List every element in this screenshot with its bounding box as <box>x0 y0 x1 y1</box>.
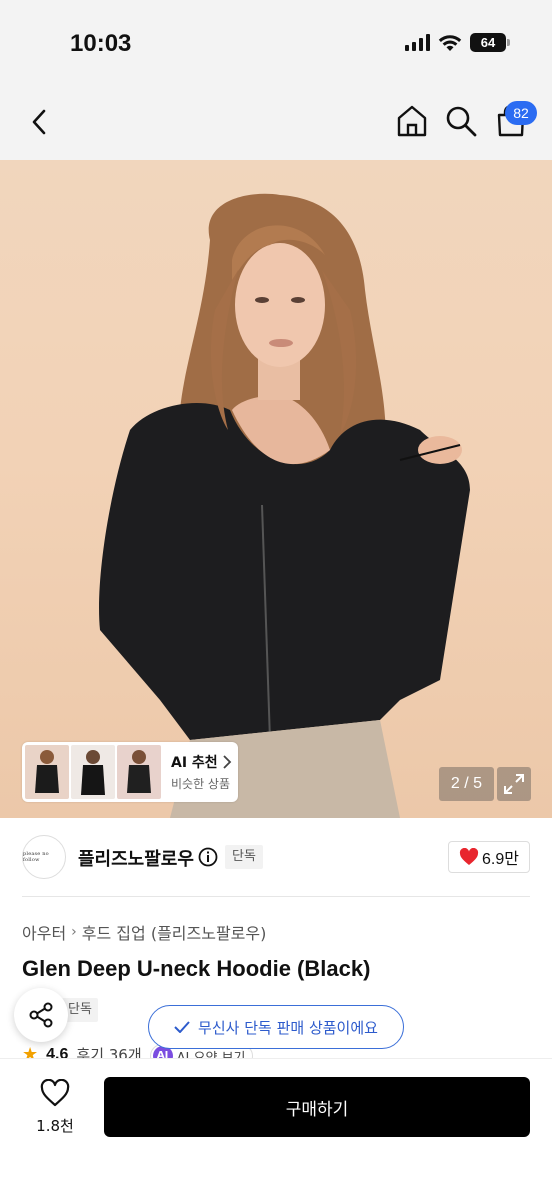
brand-name[interactable]: 플리즈노팔로우 <box>78 845 194 871</box>
breadcrumb: 아우터 › 후드 집업 (플리즈노팔로우) <box>22 920 266 944</box>
status-bar: 10:03 64 <box>0 0 552 90</box>
ai-recommend-card[interactable]: AI 추천 비슷한 상품 <box>22 742 238 802</box>
wifi-icon <box>438 34 462 51</box>
cart-badge: 82 <box>505 101 537 125</box>
ai-recommend-subtitle: 비슷한 상품 <box>171 777 231 791</box>
status-time: 10:03 <box>70 30 132 57</box>
info-icon[interactable] <box>198 847 218 867</box>
top-nav <box>0 90 552 160</box>
divider <box>22 896 530 897</box>
battery-indicator: 64 <box>470 33 510 52</box>
brand-logo-text: please no follow <box>23 851 49 863</box>
ai-recommend-label: AI 추천 <box>171 755 218 771</box>
heart-icon <box>459 848 479 865</box>
breadcrumb-separator: › <box>71 924 77 940</box>
product-image[interactable] <box>0 160 552 818</box>
exclusive-toast: 무신사 단독 판매 상품이에요 <box>148 1005 404 1049</box>
ai-thumb-2 <box>71 745 115 799</box>
back-icon[interactable] <box>24 106 56 138</box>
model-illustration <box>99 193 470 818</box>
ai-thumb-1 <box>25 745 69 799</box>
product-title: Glen Deep U-neck Hoodie (Black) <box>22 956 371 981</box>
check-icon <box>174 1021 190 1033</box>
share-button[interactable] <box>14 988 68 1042</box>
brand-exclusive-tag: 단독 <box>225 845 263 869</box>
breadcrumb-subcategory[interactable]: 후드 집업 (플리즈노팔로우) <box>82 920 267 944</box>
like-button[interactable]: 6.9만 <box>448 841 530 873</box>
image-pager: 2 / 5 <box>439 767 494 801</box>
bottom-action-bar: 1.8천 구매하기 <box>0 1058 552 1200</box>
brand-logo[interactable]: please no follow <box>22 835 66 879</box>
heart-outline-icon <box>40 1078 70 1107</box>
ai-recommend-title: AI 추천 <box>171 752 232 772</box>
buy-button[interactable]: 구매하기 <box>104 1077 530 1137</box>
share-icon <box>29 1002 53 1028</box>
expand-icon <box>504 774 524 794</box>
breadcrumb-category[interactable]: 아우터 <box>22 920 66 944</box>
signal-icon <box>405 34 430 51</box>
ai-thumb-3 <box>117 745 161 799</box>
like-count: 6.9만 <box>482 851 519 868</box>
ai-recommend-text: AI 추천 비슷한 상품 <box>171 752 232 792</box>
brand-row: please no follow 플리즈노팔로우 단독 6.9만 <box>22 835 530 879</box>
toast-text: 무신사 단독 판매 상품이에요 <box>198 1018 378 1037</box>
status-icons: 64 <box>405 33 510 52</box>
home-icon[interactable] <box>396 104 428 138</box>
expand-button[interactable] <box>497 767 531 801</box>
chevron-right-icon <box>223 755 231 769</box>
search-icon[interactable] <box>444 104 478 138</box>
wishlist-count: 1.8천 <box>36 1117 74 1135</box>
wishlist-button[interactable]: 1.8천 <box>28 1078 82 1139</box>
